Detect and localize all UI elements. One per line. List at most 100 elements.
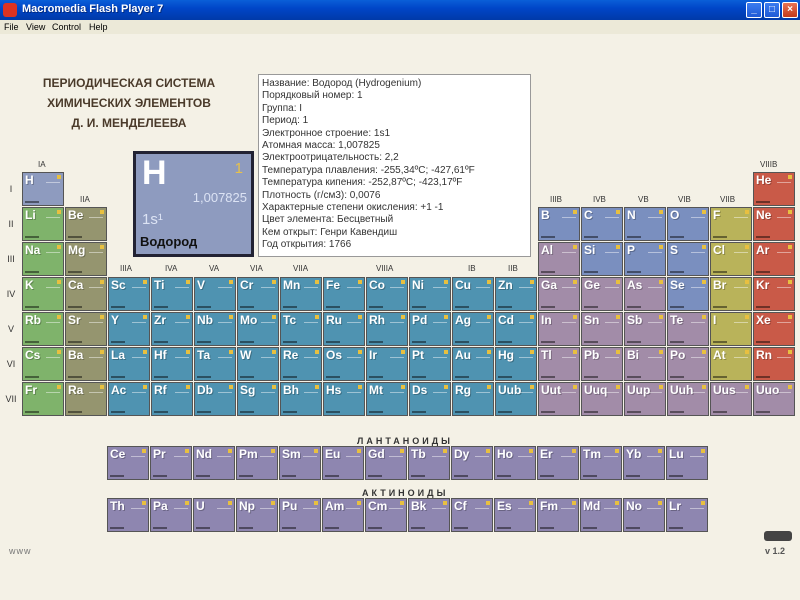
element-cell[interactable]: Sm: [279, 446, 321, 480]
element-cell[interactable]: Ba: [65, 347, 107, 381]
element-cell[interactable]: Cr: [237, 277, 279, 311]
element-cell[interactable]: Ce: [107, 446, 149, 480]
element-cell[interactable]: Uut: [538, 382, 580, 416]
element-cell[interactable]: Th: [107, 498, 149, 532]
element-cell[interactable]: Se: [667, 277, 709, 311]
element-cell[interactable]: Uuq: [581, 382, 623, 416]
element-cell[interactable]: In: [538, 312, 580, 346]
element-cell[interactable]: Ag: [452, 312, 494, 346]
close-button[interactable]: ×: [782, 2, 798, 18]
element-cell[interactable]: Mg: [65, 242, 107, 276]
element-cell[interactable]: Pa: [150, 498, 192, 532]
element-cell[interactable]: S: [667, 242, 709, 276]
element-cell[interactable]: Sn: [581, 312, 623, 346]
element-cell[interactable]: Cs: [22, 347, 64, 381]
element-cell[interactable]: Ga: [538, 277, 580, 311]
element-cell[interactable]: Lr: [666, 498, 708, 532]
element-cell[interactable]: Bk: [408, 498, 450, 532]
element-cell[interactable]: Ds: [409, 382, 451, 416]
element-cell[interactable]: Na: [22, 242, 64, 276]
element-cell[interactable]: Ti: [151, 277, 193, 311]
element-cell[interactable]: Rh: [366, 312, 408, 346]
element-cell[interactable]: Bh: [280, 382, 322, 416]
element-cell[interactable]: Cl: [710, 242, 752, 276]
element-cell[interactable]: Tb: [408, 446, 450, 480]
element-cell[interactable]: Uus: [710, 382, 752, 416]
element-cell[interactable]: Tl: [538, 347, 580, 381]
element-cell[interactable]: Xe: [753, 312, 795, 346]
element-cell[interactable]: Ra: [65, 382, 107, 416]
element-cell[interactable]: Ca: [65, 277, 107, 311]
element-cell[interactable]: Co: [366, 277, 408, 311]
element-cell[interactable]: Uuo: [753, 382, 795, 416]
element-cell[interactable]: Pr: [150, 446, 192, 480]
element-cell[interactable]: U: [193, 498, 235, 532]
element-cell[interactable]: Si: [581, 242, 623, 276]
menu-view[interactable]: View: [26, 22, 45, 32]
element-cell[interactable]: La: [108, 347, 150, 381]
element-cell[interactable]: Pt: [409, 347, 451, 381]
element-cell[interactable]: Gd: [365, 446, 407, 480]
element-cell[interactable]: Tc: [280, 312, 322, 346]
element-cell[interactable]: Uup: [624, 382, 666, 416]
element-cell[interactable]: Re: [280, 347, 322, 381]
element-cell[interactable]: Yb: [623, 446, 665, 480]
element-cell[interactable]: P: [624, 242, 666, 276]
element-cell[interactable]: Os: [323, 347, 365, 381]
element-cell[interactable]: Ne: [753, 207, 795, 241]
element-cell[interactable]: Po: [667, 347, 709, 381]
element-cell[interactable]: C: [581, 207, 623, 241]
element-cell[interactable]: Ac: [108, 382, 150, 416]
element-cell[interactable]: Ge: [581, 277, 623, 311]
element-cell[interactable]: W: [237, 347, 279, 381]
element-cell[interactable]: Hg: [495, 347, 537, 381]
element-cell[interactable]: Kr: [753, 277, 795, 311]
element-cell[interactable]: Pu: [279, 498, 321, 532]
element-cell[interactable]: Ta: [194, 347, 236, 381]
menu-help[interactable]: Help: [89, 22, 108, 32]
element-cell[interactable]: Ar: [753, 242, 795, 276]
element-cell[interactable]: Er: [537, 446, 579, 480]
element-cell[interactable]: Fm: [537, 498, 579, 532]
element-cell[interactable]: Np: [236, 498, 278, 532]
element-cell[interactable]: Md: [580, 498, 622, 532]
element-cell[interactable]: Cm: [365, 498, 407, 532]
element-cell[interactable]: B: [538, 207, 580, 241]
element-cell[interactable]: Rb: [22, 312, 64, 346]
element-cell[interactable]: Fe: [323, 277, 365, 311]
element-cell[interactable]: Sb: [624, 312, 666, 346]
element-cell[interactable]: Dy: [451, 446, 493, 480]
element-cell[interactable]: Nd: [193, 446, 235, 480]
element-cell[interactable]: Tm: [580, 446, 622, 480]
element-cell[interactable]: Lu: [666, 446, 708, 480]
element-cell[interactable]: Sc: [108, 277, 150, 311]
element-cell[interactable]: Br: [710, 277, 752, 311]
menu-file[interactable]: File: [4, 22, 19, 32]
element-cell[interactable]: Mn: [280, 277, 322, 311]
element-cell[interactable]: Rf: [151, 382, 193, 416]
element-cell[interactable]: Pb: [581, 347, 623, 381]
element-cell[interactable]: Bi: [624, 347, 666, 381]
element-cell[interactable]: Ho: [494, 446, 536, 480]
element-cell[interactable]: Nb: [194, 312, 236, 346]
element-cell[interactable]: Cf: [451, 498, 493, 532]
element-cell[interactable]: As: [624, 277, 666, 311]
element-cell[interactable]: Mt: [366, 382, 408, 416]
element-cell[interactable]: Hf: [151, 347, 193, 381]
close-mini-button[interactable]: [764, 531, 792, 541]
element-cell[interactable]: He: [753, 172, 795, 206]
element-cell[interactable]: Rn: [753, 347, 795, 381]
element-cell[interactable]: K: [22, 277, 64, 311]
element-cell[interactable]: Au: [452, 347, 494, 381]
element-cell[interactable]: Mo: [237, 312, 279, 346]
element-cell[interactable]: Sr: [65, 312, 107, 346]
element-cell[interactable]: Y: [108, 312, 150, 346]
element-cell[interactable]: Ru: [323, 312, 365, 346]
element-cell[interactable]: Rg: [452, 382, 494, 416]
element-cell[interactable]: Li: [22, 207, 64, 241]
element-cell[interactable]: Uub: [495, 382, 537, 416]
title-bar[interactable]: Macromedia Flash Player 7 _ □ ×: [0, 0, 800, 20]
element-cell[interactable]: Be: [65, 207, 107, 241]
element-cell[interactable]: Pm: [236, 446, 278, 480]
element-cell[interactable]: Hs: [323, 382, 365, 416]
